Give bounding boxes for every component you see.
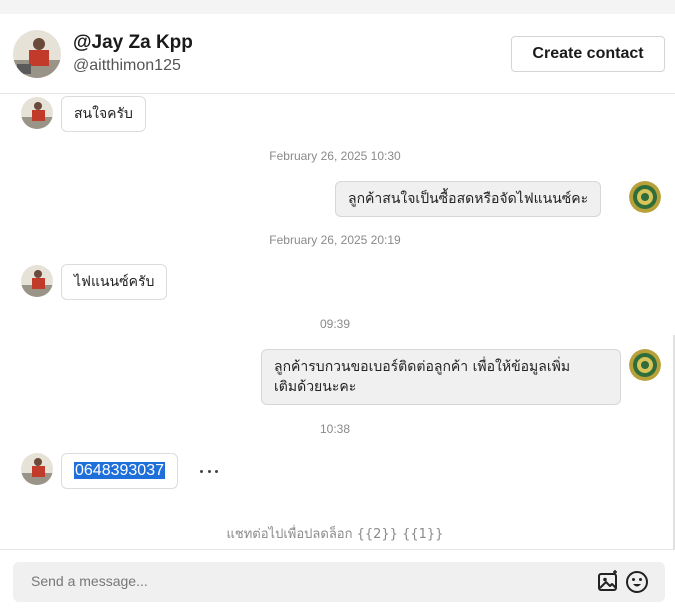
agent-avatar <box>629 349 661 381</box>
contact-handle: @aitthimon125 <box>73 57 181 74</box>
more-options-icon[interactable] <box>199 461 219 481</box>
composer: Send a message... <box>0 549 675 610</box>
message-incoming: ไฟแนนซ์ครับ <box>61 264 168 300</box>
phone-number-selected[interactable]: 0648393037 <box>74 462 165 479</box>
message-timestamp: February 26, 2025 10:30 <box>269 149 401 163</box>
message-line: เติมด้วยนะคะ <box>274 379 357 395</box>
image-icon[interactable] <box>596 570 620 594</box>
message-outgoing: ลูกค้ารบกวนขอเบอร์ติดต่อลูกค้า เพื่อให้ข… <box>261 349 621 405</box>
message-input-placeholder: Send a message... <box>31 573 148 589</box>
message-incoming: สนใจครับ <box>61 96 146 132</box>
message-timestamp: February 26, 2025 20:19 <box>269 233 401 247</box>
message-timestamp: 09:39 <box>319 317 351 331</box>
message-incoming[interactable]: 0648393037 <box>61 453 178 489</box>
chat-window: @Jay Za Kpp @aitthimon125 Create contact… <box>0 14 675 610</box>
chat-header: @Jay Za Kpp @aitthimon125 Create contact <box>0 14 675 94</box>
agent-avatar <box>629 181 661 213</box>
contact-avatar-small <box>21 453 53 485</box>
message-input[interactable]: Send a message... <box>13 562 665 602</box>
message-list[interactable]: สนใจครับ February 26, 2025 10:30 ลูกค้าส… <box>0 95 675 549</box>
create-contact-button[interactable]: Create contact <box>511 36 665 72</box>
contact-name: @Jay Za Kpp <box>73 32 193 53</box>
emoji-icon[interactable] <box>625 570 649 594</box>
contact-avatar-small <box>21 265 53 297</box>
contact-avatar-small <box>21 97 53 129</box>
contact-avatar[interactable] <box>13 30 61 78</box>
unlock-notice: แชทต่อไปเพื่อปลดล็อก {{2}} {{1}} <box>226 527 444 542</box>
message-timestamp: 10:38 <box>319 422 351 436</box>
message-outgoing: ลูกค้าสนใจเป็นซื้อสดหรือจัดไฟแนนซ์คะ <box>335 181 602 217</box>
message-line: ลูกค้ารบกวนขอเบอร์ติดต่อลูกค้า เพื่อให้ข… <box>274 359 571 375</box>
